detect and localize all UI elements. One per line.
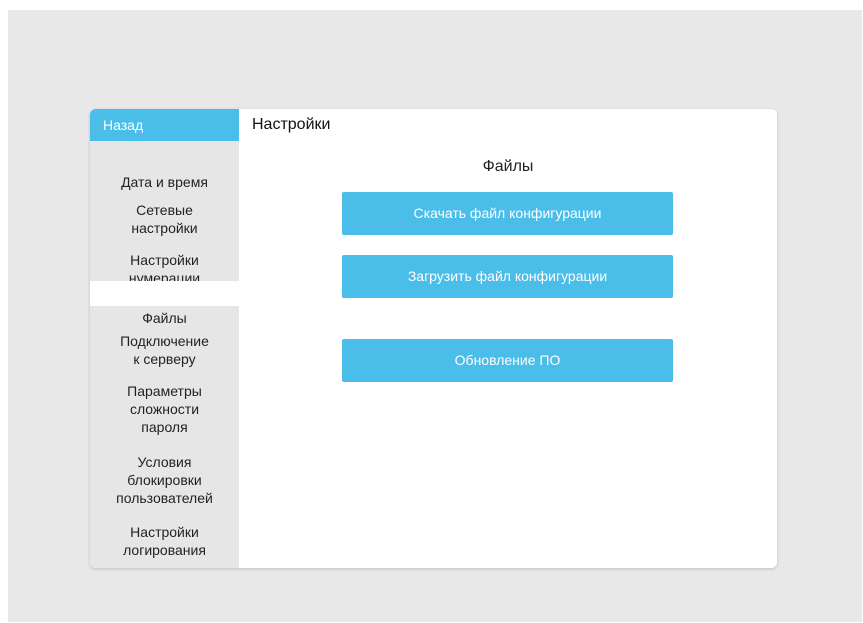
back-button[interactable]: Назад <box>90 109 239 141</box>
sidebar-item-label: Сетевые настройки <box>131 202 198 236</box>
sidebar-item-label: Параметры сложности пароля <box>127 383 202 435</box>
download-config-button[interactable]: Скачать файл конфигурации <box>342 192 673 235</box>
sidebar-item-network-settings[interactable]: Сетевые настройки <box>90 183 239 237</box>
sidebar-item-label: Настройки логирования <box>123 524 206 558</box>
page-title: Настройки <box>252 116 331 133</box>
sidebar-item-password-complexity[interactable]: Параметры сложности пароля <box>90 364 239 436</box>
sidebar-item-user-lockout[interactable]: Условия блокировки пользователей <box>90 435 239 507</box>
screen-background: Назад Дата и время Сетевые настройки Нас… <box>8 10 862 622</box>
sidebar: Назад Дата и время Сетевые настройки Нас… <box>90 109 239 568</box>
settings-panel: Назад Дата и время Сетевые настройки Нас… <box>90 109 777 568</box>
sidebar-item-server-connection[interactable]: Подключение к серверу <box>90 314 239 368</box>
sidebar-item-date-time[interactable]: Дата и время <box>90 149 239 190</box>
sidebar-item-numbering-settings[interactable]: Настройки нумерации <box>90 233 239 287</box>
firmware-update-button[interactable]: Обновление ПО <box>342 339 673 382</box>
content-area: Настройки Файлы Скачать файл конфигураци… <box>239 109 777 568</box>
upload-config-button[interactable]: Загрузить файл конфигурации <box>342 255 673 298</box>
section-title: Файлы <box>482 158 534 175</box>
sidebar-item-label: Условия блокировки пользователей <box>116 454 213 506</box>
sidebar-item-label: Подключение к серверу <box>120 333 209 367</box>
sidebar-item-files[interactable]: Файлы <box>90 281 239 326</box>
sidebar-item-logging-settings[interactable]: Настройки логирования <box>90 505 239 559</box>
